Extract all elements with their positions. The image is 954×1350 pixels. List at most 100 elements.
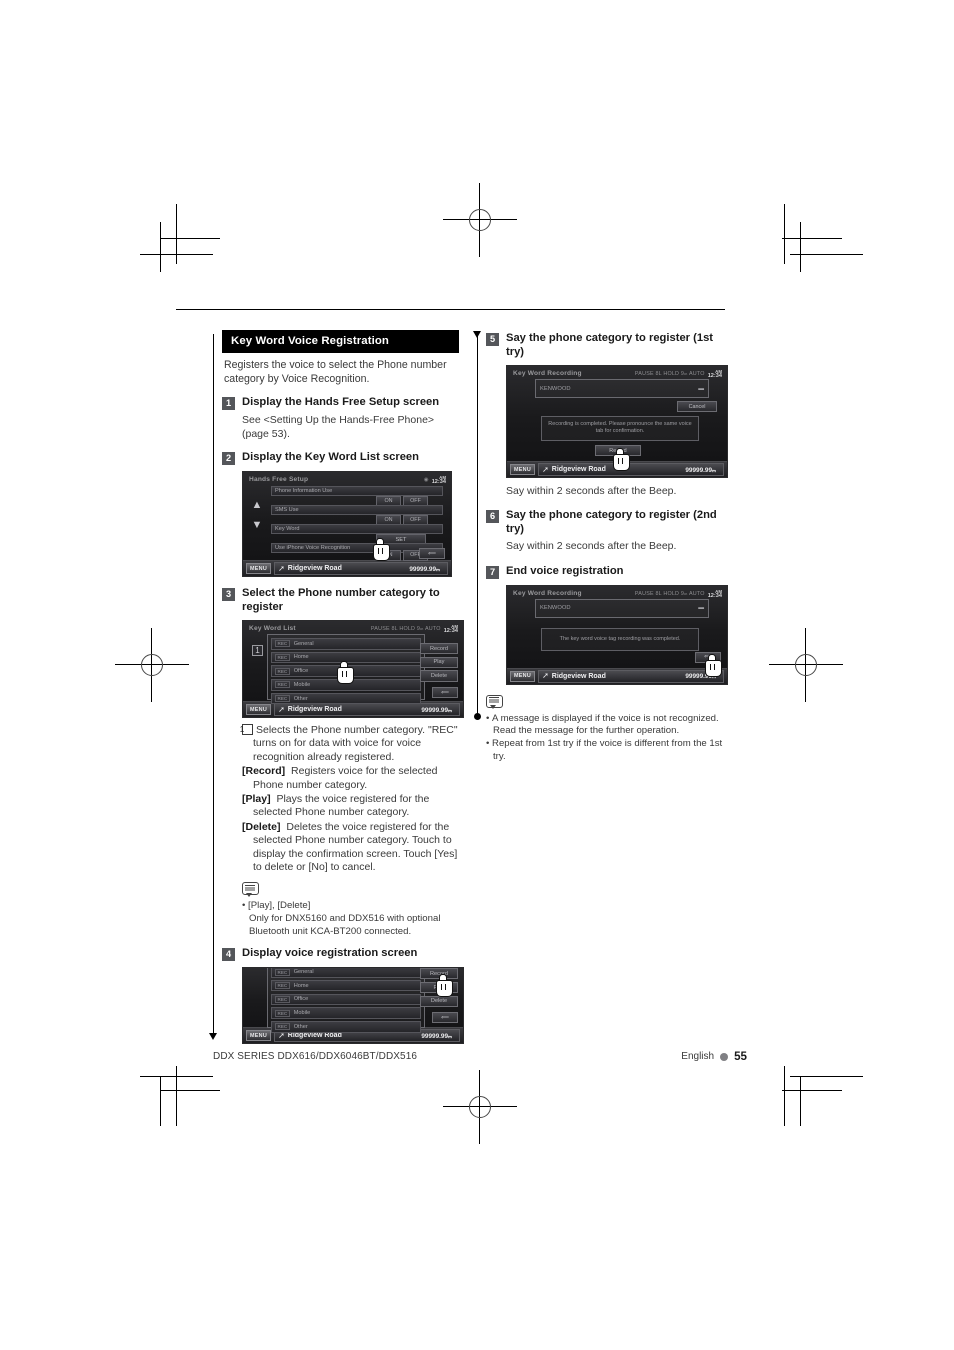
- step-2-number: 2: [222, 452, 235, 465]
- screen-status-bar: MENU ➚ Ridgeview Road 99999.99ₘ: [507, 667, 727, 684]
- flow-arrow-left-bottom: [208, 1033, 217, 1040]
- step-5: 5 Say the phone category to register (1s…: [486, 332, 723, 359]
- flow-line-right: [476, 336, 478, 716]
- category-label: Mobile: [293, 681, 311, 688]
- field-indicator-icon: ▬: [698, 385, 704, 392]
- return-button[interactable]: ⟸: [432, 687, 458, 699]
- category-row[interactable]: REC Mobile: [271, 1007, 421, 1019]
- setup-row-label: Key Word: [275, 526, 300, 532]
- step-3-number: 3: [222, 588, 235, 601]
- step-7-title: End voice registration: [506, 564, 624, 577]
- record-button[interactable]: Record: [420, 643, 458, 655]
- category-row[interactable]: REC General: [271, 638, 421, 650]
- step-7-number: 7: [486, 565, 499, 579]
- step-2: 2 Display the Key Word List screen: [222, 451, 459, 465]
- category-row[interactable]: REC Home: [271, 651, 421, 664]
- menu-button[interactable]: MENU: [246, 704, 272, 715]
- scroll-up-arrow[interactable]: ▲: [249, 500, 265, 511]
- category-row[interactable]: REC Other: [271, 692, 421, 705]
- note-item-main: A message is displayed if the voice is n…: [492, 712, 719, 724]
- return-button[interactable]: ⟸: [432, 1012, 458, 1024]
- category-label: Office: [293, 996, 309, 1003]
- play-button[interactable]: Play: [420, 981, 458, 994]
- category-row[interactable]: REC Mobile: [271, 679, 421, 691]
- turn-arrow-icon: ➚: [278, 563, 285, 573]
- note-item-sub: try.: [493, 750, 506, 762]
- description-delete: [Delete] Deletes the voice registered fo…: [242, 821, 459, 875]
- setup-row-label: SMS Use: [275, 507, 299, 513]
- road-name: Ridgeview Road: [551, 466, 606, 473]
- setup-row[interactable]: Key Word: [271, 524, 443, 534]
- category-label: Other: [293, 695, 308, 702]
- cancel-button[interactable]: Cancel: [677, 401, 717, 413]
- description-play: [Play] Plays the voice registered for th…: [242, 793, 459, 820]
- registration-mark-bottom: [443, 1070, 517, 1144]
- category-row[interactable]: REC Other: [271, 1021, 421, 1033]
- description-record: [Record] Registers voice for the selecte…: [242, 765, 459, 792]
- note-block-right: • A message is displayed if the voice is…: [486, 694, 723, 763]
- menu-button[interactable]: MENU: [246, 1030, 272, 1042]
- footer-model-list: DDX SERIES DDX616/DDX6046BT/DDX516: [213, 1051, 418, 1062]
- setup-row[interactable]: Phone Information Use: [271, 486, 443, 496]
- screen-status-icons: ◉ AM 12:34: [424, 475, 446, 486]
- record-button[interactable]: Record: [595, 445, 641, 457]
- field-indicator-icon: ▬: [698, 605, 704, 612]
- screen-title: Key Word Recording: [513, 589, 582, 597]
- footer-language: English: [681, 1051, 715, 1062]
- category-row[interactable]: REC Office: [271, 993, 421, 1006]
- description-callout-1: 1 Selects the Phone number category. "REC…: [240, 724, 459, 764]
- note-icon: [242, 882, 261, 897]
- screenshot-key-word-recording-2: Key Word Recording PAUSE 8L HOLD 9ₘ AUTO…: [506, 584, 728, 685]
- category-row[interactable]: REC Office: [271, 665, 421, 677]
- setup-row[interactable]: SMS Use: [271, 505, 443, 515]
- description-text: Selects the Phone number category. "REC"…: [253, 724, 458, 763]
- menu-button[interactable]: MENU: [510, 670, 536, 682]
- category-row[interactable]: REC Home: [271, 979, 421, 992]
- completion-message: The key word voice tag recording was com…: [559, 635, 681, 642]
- turn-arrow-icon: ➚: [278, 704, 285, 714]
- distance-readout: 99999.99ₘ: [409, 565, 440, 573]
- menu-button[interactable]: MENU: [246, 563, 272, 574]
- category-label: Mobile: [293, 1010, 311, 1017]
- trim-mark-bottom-left-v: [160, 1076, 162, 1126]
- record-button[interactable]: Record: [420, 968, 458, 980]
- screen-title: Key Word List: [249, 625, 296, 632]
- step-1-number: 1: [222, 397, 235, 411]
- crop-mark-top-left-h: [160, 238, 220, 240]
- note-item-main: Repeat from 1st try if the voice is diff…: [492, 738, 723, 749]
- registration-mark-right: [769, 628, 843, 702]
- category-row[interactable]: REC General: [271, 968, 421, 978]
- step-4-title: Display voice registration screen: [242, 947, 418, 960]
- right-column: 5 Say the phone category to register (1s…: [486, 332, 728, 763]
- playback-status-icons: PAUSE 8L HOLD 9ₘ AUTO: [370, 626, 441, 633]
- recording-message: Recording is completed. Please pronounce…: [548, 421, 692, 435]
- playback-status-icons: PAUSE 8L HOLD 9ₘ AUTO: [634, 591, 705, 598]
- clock-time: 12:34: [443, 628, 458, 635]
- description-text: Plays the voice registered for the selec…: [253, 793, 430, 819]
- return-button[interactable]: ⟸: [419, 548, 445, 560]
- crop-mark-bottom-right-v: [784, 1066, 786, 1126]
- road-name: Ridgeview Road: [287, 1032, 342, 1040]
- trim-mark-bottom-right-v: [800, 1076, 802, 1126]
- turn-arrow-icon: ➚: [542, 671, 549, 681]
- registration-mark-left: [115, 628, 189, 702]
- rec-indicator: REC: [275, 667, 290, 675]
- play-button[interactable]: Play: [420, 656, 458, 668]
- left-column: Key Word Voice Registration Registers th…: [222, 330, 464, 1045]
- key-word-value: KENWOOD: [540, 605, 571, 612]
- clock: AM 12:34: [708, 589, 722, 600]
- delete-button[interactable]: Delete: [420, 995, 458, 1007]
- toggle-on[interactable]: ON: [376, 550, 401, 561]
- delete-button[interactable]: Delete: [420, 670, 458, 682]
- note-item-main: [Play], [Delete]: [248, 900, 311, 912]
- registration-mark-top: [443, 183, 517, 257]
- setup-row-label: Phone Information Use: [275, 488, 333, 494]
- scroll-down-arrow[interactable]: ▼: [249, 520, 265, 531]
- menu-button[interactable]: MENU: [510, 464, 536, 475]
- note-block-left: • [Play], [Delete] Only for DNX5160 and …: [242, 882, 459, 938]
- screenshot-key-word-recording-1: Key Word Recording PAUSE 8L HOLD 9ₘ AUTO…: [506, 365, 728, 478]
- note-list: • [Play], [Delete] Only for DNX5160 and …: [242, 900, 459, 938]
- return-button[interactable]: ⟸: [695, 651, 721, 663]
- turn-arrow-icon: ➚: [278, 1030, 285, 1040]
- screenshot-voice-registration: REC General REC Home REC Office REC Mobile R…: [242, 967, 464, 1045]
